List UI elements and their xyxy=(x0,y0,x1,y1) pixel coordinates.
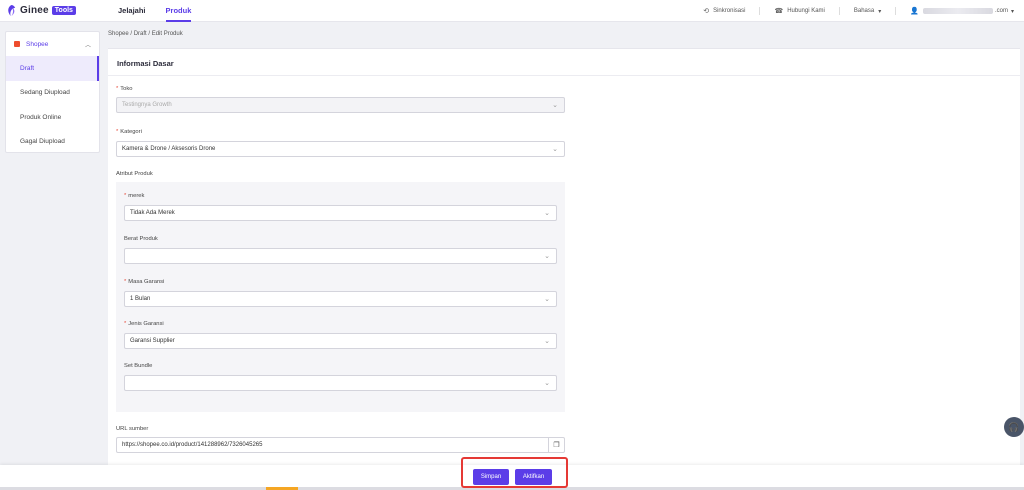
masa-garansi-label: * Masa Garansi xyxy=(124,279,164,285)
shopee-icon xyxy=(14,41,20,47)
account-email-redacted xyxy=(922,8,993,14)
sync-icon: ⟲ xyxy=(703,8,710,15)
masa-garansi-value: 1 Bulan xyxy=(130,296,151,302)
chevron-down-icon: ⌄ xyxy=(544,210,550,217)
url-sumber-label: URL sumber xyxy=(116,426,149,432)
sidebar-item-sedang-diupload[interactable]: Sedang Diupload xyxy=(6,81,99,106)
url-sumber-value: https://shopee.co.id/product/141288962/7… xyxy=(122,442,263,448)
section-title: Informasi Dasar xyxy=(117,59,174,68)
divider xyxy=(838,7,840,15)
copy-icon[interactable]: ❐ xyxy=(548,438,564,452)
chevron-down-icon: ▾ xyxy=(878,8,882,15)
sidebar-item-draft[interactable]: Draft xyxy=(6,56,99,81)
breadcrumb: Shopee / Draft / Edit Produk xyxy=(108,31,183,37)
chevron-down-icon: ⌄ xyxy=(552,102,558,109)
contact-label: Hubungi Kami xyxy=(787,8,825,14)
jenis-garansi-value: Garansi Supplier xyxy=(130,338,175,344)
masa-garansi-label-text: Masa Garansi xyxy=(128,279,165,285)
ginee-logo-icon xyxy=(8,5,16,16)
masa-garansi-select[interactable]: 1 Bulan ⌄ xyxy=(124,291,557,307)
top-navbar: Ginee Tools Jelajahi Produk ⟲ Sinkronisa… xyxy=(0,0,1024,22)
headset-icon: ☎ xyxy=(774,8,784,15)
berat-produk-select[interactable]: ⌄ xyxy=(124,248,557,264)
sync-button[interactable]: ⟲ Sinkronisasi xyxy=(703,7,745,15)
url-sumber-input[interactable]: https://shopee.co.id/product/141288962/7… xyxy=(116,437,565,453)
kategori-label-text: Kategori xyxy=(120,129,142,135)
atribut-produk-label: Atribut Produk xyxy=(116,171,153,177)
set-bundle-label: Set Bundle xyxy=(124,363,153,369)
language-label: Bahasa xyxy=(853,8,875,14)
toko-label-text: Toko xyxy=(120,86,133,92)
brand-logo[interactable]: Ginee Tools xyxy=(6,4,106,17)
required-mark: * xyxy=(124,321,127,327)
required-mark: * xyxy=(116,86,119,92)
merek-value: Tidak Ada Merek xyxy=(130,210,175,216)
berat-produk-label: Berat Produk xyxy=(124,236,158,242)
sidebar-store-label: Shopee xyxy=(26,40,49,48)
required-mark: * xyxy=(124,279,127,285)
nav-tab-jelajahi[interactable]: Jelajahi xyxy=(118,0,146,22)
sidebar-item-gagal-diupload[interactable]: Gagal Diupload xyxy=(6,130,99,155)
sidebar-store-header[interactable]: Shopee ︿ xyxy=(6,32,99,56)
chevron-down-icon: ⌄ xyxy=(552,146,558,153)
account-suffix: .com xyxy=(994,8,1008,14)
sidebar-item-produk-online[interactable]: Produk Online xyxy=(6,105,99,130)
jenis-garansi-label: * Jenis Garansi xyxy=(124,321,164,327)
toko-value: Testingnya Growth xyxy=(122,102,172,108)
divider xyxy=(108,75,1020,76)
help-chat-icon[interactable]: 🎧 xyxy=(1004,417,1024,437)
contact-button[interactable]: ☎ Hubungi Kami xyxy=(774,7,824,15)
merek-label: * merek xyxy=(124,193,144,199)
required-mark: * xyxy=(116,129,119,135)
jenis-garansi-label-text: Jenis Garansi xyxy=(128,321,164,327)
activate-button[interactable]: Aktifkan xyxy=(515,469,552,485)
chevron-down-icon: ⌄ xyxy=(544,338,550,345)
account-dropdown[interactable]: 👤 .com ▾ xyxy=(910,7,1014,15)
save-button[interactable]: Simpan xyxy=(473,469,509,485)
merek-label-text: merek xyxy=(128,193,145,199)
toko-select: Testingnya Growth ⌄ xyxy=(116,97,565,113)
chevron-down-icon: ⌄ xyxy=(544,253,550,260)
chevron-down-icon: ⌄ xyxy=(544,380,550,387)
kategori-value: Kamera & Drone / Aksesoris Drone xyxy=(122,146,216,152)
top-right-actions: ⟲ Sinkronisasi ☎ Hubungi Kami Bahasa ▾ 👤… xyxy=(689,0,1014,22)
set-bundle-select[interactable]: ⌄ xyxy=(124,375,557,391)
divider xyxy=(895,7,897,15)
nav-tab-produk[interactable]: Produk xyxy=(165,0,191,22)
sync-label: Sinkronisasi xyxy=(713,8,746,14)
brand-name: Ginee xyxy=(20,5,49,16)
brand-badge: Tools xyxy=(51,6,76,15)
kategori-label: * Kategori xyxy=(116,129,142,135)
kategori-select[interactable]: Kamera & Drone / Aksesoris Drone ⌄ xyxy=(116,141,565,157)
toko-label: * Toko xyxy=(116,86,133,92)
chevron-down-icon: ⌄ xyxy=(544,296,550,303)
required-mark: * xyxy=(124,193,127,199)
sidebar: Shopee ︿ Draft Sedang Diupload Produk On… xyxy=(5,31,100,153)
divider xyxy=(759,7,761,15)
jenis-garansi-select[interactable]: Garansi Supplier ⌄ xyxy=(124,333,557,349)
main-nav: Jelajahi Produk xyxy=(118,0,211,22)
chevron-down-icon: ▾ xyxy=(1010,8,1014,15)
language-dropdown[interactable]: Bahasa ▾ xyxy=(854,8,881,15)
user-icon: 👤 xyxy=(910,8,919,15)
chevron-up-icon: ︿ xyxy=(84,43,91,49)
merek-select[interactable]: Tidak Ada Merek ⌄ xyxy=(124,205,557,221)
